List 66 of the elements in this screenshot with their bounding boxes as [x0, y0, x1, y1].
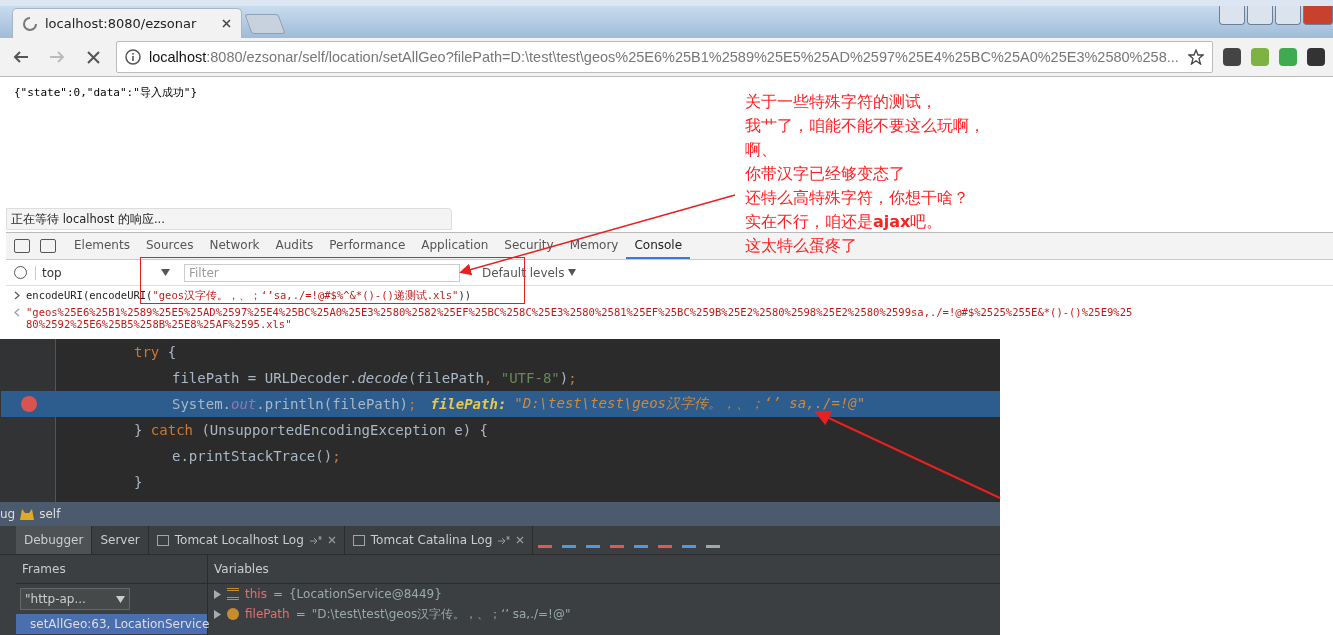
browser-tab[interactable]: localhost:8080/ezsonar	[12, 8, 242, 38]
variable-row[interactable]: filePath = "D:\test\test\geos汉字传。，、；‘’ sa,./=!@"	[208, 604, 1000, 624]
code-line: }	[133, 473, 144, 492]
close-icon[interactable]	[327, 536, 336, 544]
status-bubble: 正在等待 localhost 的响应...	[6, 208, 452, 230]
devtools-tab[interactable]: Memory	[561, 233, 627, 259]
variable-name: filePath	[245, 607, 290, 621]
annotation-text: 你带汉字已经够变态了	[745, 163, 906, 185]
code-line: try {	[133, 343, 178, 362]
annotation-text: 实在不行，咱还是ajax吧。	[745, 211, 944, 233]
close-icon[interactable]	[516, 536, 525, 544]
thread-dropdown[interactable]: "http-ap...	[20, 588, 130, 610]
context-select[interactable]: top	[35, 265, 176, 280]
variable-value: "D:\test\test\geos汉字传。，、；‘’ sa,./=!@"	[311, 605, 571, 623]
caret-icon	[161, 268, 170, 277]
debug-tab[interactable]: Debugger	[16, 526, 93, 554]
devtools-tab[interactable]: Sources	[137, 233, 202, 259]
run-config: self	[39, 507, 61, 521]
result-text: "geos%25E6%25B1%2589%25E5%25AD%2597%25E4%25BC%25A0%25E3%2580%2582%25EF%25BC%258C%25E3%2580%2581%25EF%25BC%259B%25E2%2580%2598%25E2%2580%2599sa,./=!@#$%2525%255E&*()-()%25E9%2580%2592%25E6%25B5%258B%25E8%25AF%2595.xls"	[26, 306, 1134, 330]
variable-row[interactable]: this = {LocationService@8449}	[208, 584, 1000, 604]
devtools-tab[interactable]: Performance	[321, 233, 414, 259]
variables-header: Variables	[208, 555, 1000, 584]
minimize-button[interactable]	[1247, 6, 1273, 25]
code-line: filePath = URLDecoder.decode(filePath, "UTF-8");	[171, 369, 578, 388]
annotation-text: 我艹了，咱能不能不要这么玩啊，	[745, 115, 985, 137]
variable-value: {LocationService@8449}	[288, 587, 442, 601]
variable-name: this	[245, 587, 267, 601]
prompt-icon	[14, 291, 20, 300]
caret-icon	[116, 595, 125, 603]
loading-icon	[23, 16, 37, 31]
code-line: e.printStackTrace();	[171, 447, 342, 466]
log-icon	[352, 534, 365, 546]
object-icon	[227, 588, 239, 600]
devtools-tab[interactable]: Console	[626, 233, 691, 259]
caret-icon	[568, 269, 577, 276]
devtools-tab[interactable]: Security	[496, 233, 562, 259]
close-icon[interactable]	[222, 19, 231, 28]
response-text: {"state":0,"data":"导入成功"}	[13, 85, 199, 100]
devtools-tab[interactable]: Network	[201, 233, 268, 259]
device-icon[interactable]	[40, 239, 56, 253]
restore-button[interactable]	[1275, 6, 1301, 25]
annotation-text: 啊、	[745, 139, 778, 161]
panel-title: ug	[0, 507, 16, 521]
equals-sign: =	[272, 587, 283, 601]
address-bar[interactable]: localhost:8080/ezsonar/self/location/setAllGeo?filePath=D:\test\test\geos%25E6%25B1%2589%25E5%25AD%2597%25E4%25BC%25A0%25E3%2580%258...	[116, 41, 1213, 73]
debug-tab[interactable]: Tomcat Catalina Log	[344, 526, 534, 554]
parameter-icon	[227, 608, 239, 620]
frames-header: Frames	[16, 555, 207, 584]
result-icon	[14, 308, 20, 317]
annotation-text: 还特么高特殊字符，你想干啥？	[745, 187, 970, 209]
debug-tab[interactable]: Server	[92, 526, 149, 554]
equals-sign: =	[295, 607, 306, 621]
devtools-tab[interactable]: Audits	[267, 233, 322, 259]
info-icon	[125, 49, 141, 65]
star-icon[interactable]	[1188, 49, 1204, 65]
annotation-text: 这太特么蛋疼了	[745, 235, 858, 257]
annotation-text: 关于一些特殊字符的测试，	[745, 91, 938, 113]
debug-tab[interactable]: Tomcat Localhost Log	[148, 526, 345, 554]
devtools-tab[interactable]: Application	[413, 233, 497, 259]
code-line: } catch (UnsupportedEncodingException e) {	[133, 421, 490, 440]
pin-icon[interactable]	[309, 535, 322, 545]
pin-icon[interactable]	[498, 535, 511, 545]
profile-button[interactable]	[1219, 6, 1245, 25]
inspect-icon[interactable]	[14, 239, 30, 253]
log-icon	[156, 534, 169, 546]
devtools-tab[interactable]: Elements	[66, 233, 138, 259]
